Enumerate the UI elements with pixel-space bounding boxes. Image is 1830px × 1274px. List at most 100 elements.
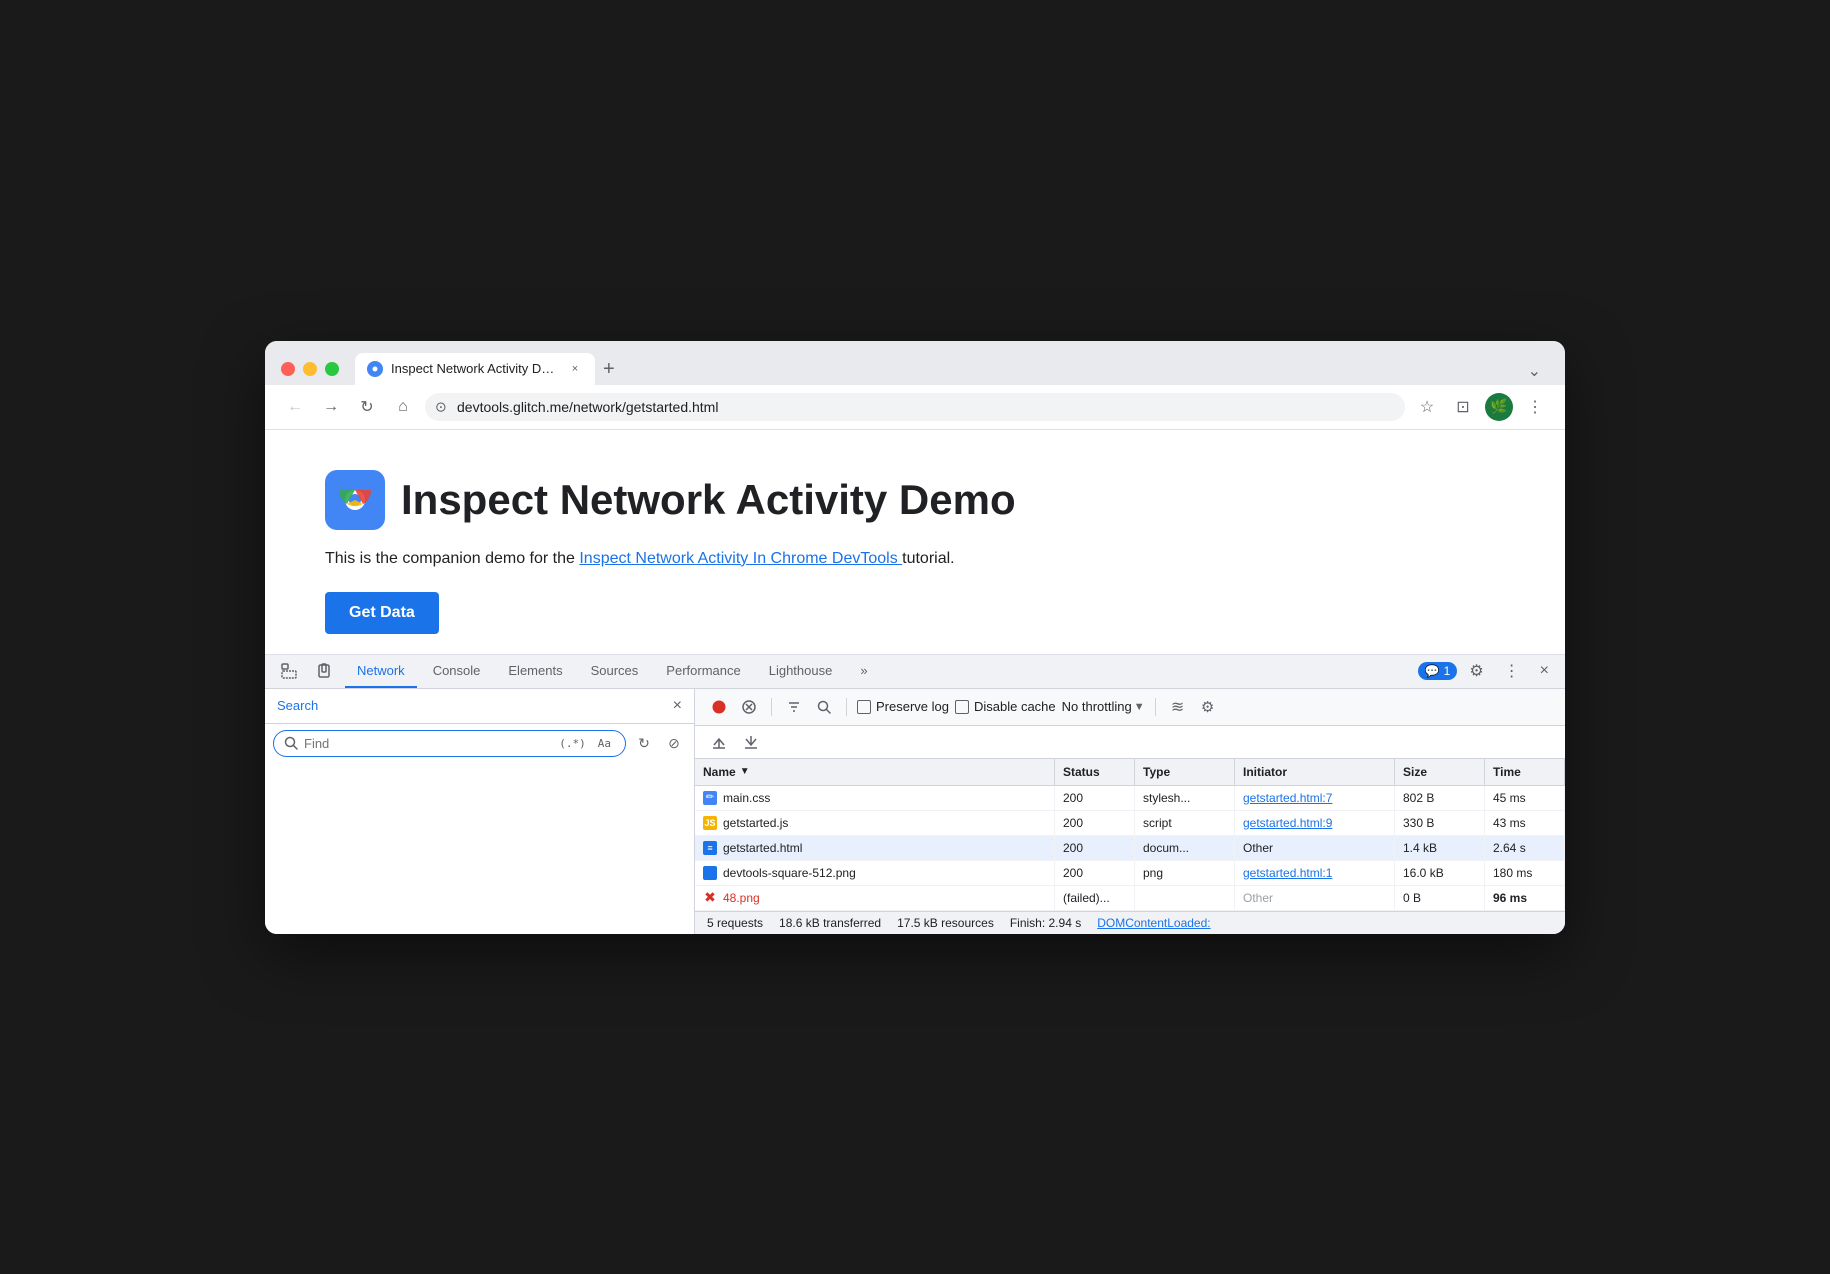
cell-type: stylesh... xyxy=(1135,786,1235,810)
disable-cache-checkbox[interactable]: Disable cache xyxy=(955,699,1056,714)
table-row[interactable]: JS getstarted.js 200 script getstarted.h… xyxy=(695,811,1565,836)
table-row[interactable]: ✖ 48.png (failed)... Other 0 B 96 ms xyxy=(695,886,1565,911)
throttle-label: No throttling xyxy=(1062,699,1132,714)
cell-status: 200 xyxy=(1055,786,1135,810)
tab-console[interactable]: Console xyxy=(421,655,493,688)
import-har-button[interactable] xyxy=(707,730,731,754)
address-input[interactable] xyxy=(425,393,1405,421)
clear-network-button[interactable] xyxy=(737,695,761,719)
tab-performance[interactable]: Performance xyxy=(654,655,752,688)
record-stop-button[interactable] xyxy=(707,695,731,719)
badge-icon: 💬 xyxy=(1425,664,1440,678)
devtools-close-icon[interactable]: × xyxy=(1532,656,1557,686)
close-button[interactable] xyxy=(281,362,295,376)
page-content: Inspect Network Activity Demo This is th… xyxy=(265,430,1565,654)
bookmark-icon[interactable]: ☆ xyxy=(1413,393,1441,421)
cell-size: 16.0 kB xyxy=(1395,861,1485,885)
traffic-lights xyxy=(281,362,339,376)
status-requests: 5 requests xyxy=(707,916,763,930)
maximize-button[interactable] xyxy=(325,362,339,376)
search-sidebar: Search × (.*) Aa xyxy=(265,689,695,934)
devtools-settings-icon[interactable]: ⚙ xyxy=(1461,655,1491,687)
console-badge[interactable]: 💬 1 xyxy=(1418,662,1458,680)
forward-button[interactable]: → xyxy=(317,393,345,421)
tab-close-button[interactable]: × xyxy=(567,361,583,377)
network-main: Preserve log Disable cache No throttling… xyxy=(695,689,1565,934)
search-close-button[interactable]: × xyxy=(673,697,682,715)
cell-name: devtools-square-512.png xyxy=(695,861,1055,885)
chrome-logo xyxy=(325,470,385,530)
network-table: Name ▼ Status Type Initiator xyxy=(695,759,1565,911)
network-panel: Search × (.*) Aa xyxy=(265,689,1565,934)
address-wrapper: ⊙ xyxy=(425,393,1405,421)
throttle-selector[interactable]: No throttling ▼ xyxy=(1062,699,1145,714)
filter-button[interactable] xyxy=(782,695,806,719)
tab-chevron[interactable]: ⌄ xyxy=(1520,357,1549,385)
file-icon-png xyxy=(703,866,717,880)
find-clear-button[interactable]: ⊘ xyxy=(662,731,686,755)
cell-type: png xyxy=(1135,861,1235,885)
search-network-button[interactable] xyxy=(812,695,836,719)
home-button[interactable]: ⌂ xyxy=(389,393,417,421)
get-data-button[interactable]: Get Data xyxy=(325,592,439,634)
reload-button[interactable]: ↻ xyxy=(353,393,381,421)
profile-avatar[interactable]: 🌿 xyxy=(1485,393,1513,421)
disable-cache-check xyxy=(955,700,969,714)
find-refresh-button[interactable]: ↻ xyxy=(632,731,656,755)
tab-sources[interactable]: Sources xyxy=(579,655,651,688)
tab-network[interactable]: Network xyxy=(345,655,417,688)
col-header-size[interactable]: Size xyxy=(1395,759,1485,785)
minimize-button[interactable] xyxy=(303,362,317,376)
name-sort-arrow: ▼ xyxy=(740,766,750,777)
find-input[interactable] xyxy=(304,736,549,751)
badge-count: 1 xyxy=(1444,664,1451,678)
tutorial-link[interactable]: Inspect Network Activity In Chrome DevTo… xyxy=(579,550,902,567)
browser-tab[interactable]: Inspect Network Activity Dem × xyxy=(355,353,595,385)
status-resources: 17.5 kB resources xyxy=(897,916,994,930)
tab-favicon xyxy=(367,361,383,377)
tab-elements[interactable]: Elements xyxy=(496,655,574,688)
inspect-element-icon[interactable] xyxy=(273,657,305,685)
tab-title: Inspect Network Activity Dem xyxy=(391,361,559,376)
preserve-log-checkbox[interactable]: Preserve log xyxy=(857,699,949,714)
network-status-bar: 5 requests 18.6 kB transferred 17.5 kB r… xyxy=(695,911,1565,934)
device-toolbar-icon[interactable] xyxy=(309,657,341,685)
regex-option[interactable]: (.*) xyxy=(555,735,590,752)
table-row[interactable]: ≡ getstarted.html 200 docum... Other 1.4… xyxy=(695,836,1565,861)
table-row[interactable]: devtools-square-512.png 200 png getstart… xyxy=(695,861,1565,886)
network-second-toolbar xyxy=(695,726,1565,759)
cell-initiator: getstarted.html:7 xyxy=(1235,786,1395,810)
file-icon-css: ✏ xyxy=(703,791,717,805)
page-title: Inspect Network Activity Demo xyxy=(401,476,1016,524)
description-pre: This is the companion demo for the xyxy=(325,550,579,567)
tab-more[interactable]: » xyxy=(848,655,879,688)
title-bar: Inspect Network Activity Dem × + ⌄ xyxy=(265,341,1565,385)
address-security-icon: ⊙ xyxy=(435,398,447,415)
col-header-status[interactable]: Status xyxy=(1055,759,1135,785)
cell-size: 802 B xyxy=(1395,786,1485,810)
tab-lighthouse[interactable]: Lighthouse xyxy=(757,655,845,688)
case-sensitive-option[interactable]: Aa xyxy=(594,735,615,752)
cell-status: 200 xyxy=(1055,811,1135,835)
col-header-type[interactable]: Type xyxy=(1135,759,1235,785)
disable-cache-label: Disable cache xyxy=(974,699,1056,714)
devtools-more-icon[interactable]: ⋮ xyxy=(1496,655,1528,687)
new-tab-button[interactable]: + xyxy=(595,354,623,385)
cell-initiator: Other xyxy=(1235,886,1395,910)
back-button[interactable]: ← xyxy=(281,393,309,421)
extensions-icon[interactable]: ⊡ xyxy=(1449,393,1477,421)
col-header-name[interactable]: Name ▼ xyxy=(695,759,1055,785)
wifi-icon[interactable]: ≋ xyxy=(1166,695,1190,719)
chrome-menu-icon[interactable]: ⋮ xyxy=(1521,393,1549,421)
tabs-area: Inspect Network Activity Dem × + ⌄ xyxy=(355,353,1549,385)
settings-network-icon[interactable]: ⚙ xyxy=(1196,695,1220,719)
preserve-log-check xyxy=(857,700,871,714)
col-header-time[interactable]: Time xyxy=(1485,759,1565,785)
cell-time: 43 ms xyxy=(1485,811,1565,835)
browser-window: Inspect Network Activity Dem × + ⌄ ← → ↻… xyxy=(265,341,1565,934)
col-header-initiator[interactable]: Initiator xyxy=(1235,759,1395,785)
status-dom-content[interactable]: DOMContentLoaded: xyxy=(1097,916,1210,930)
export-har-button[interactable] xyxy=(739,730,763,754)
file-icon-html: ≡ xyxy=(703,841,717,855)
table-row[interactable]: ✏ main.css 200 stylesh... getstarted.htm… xyxy=(695,786,1565,811)
